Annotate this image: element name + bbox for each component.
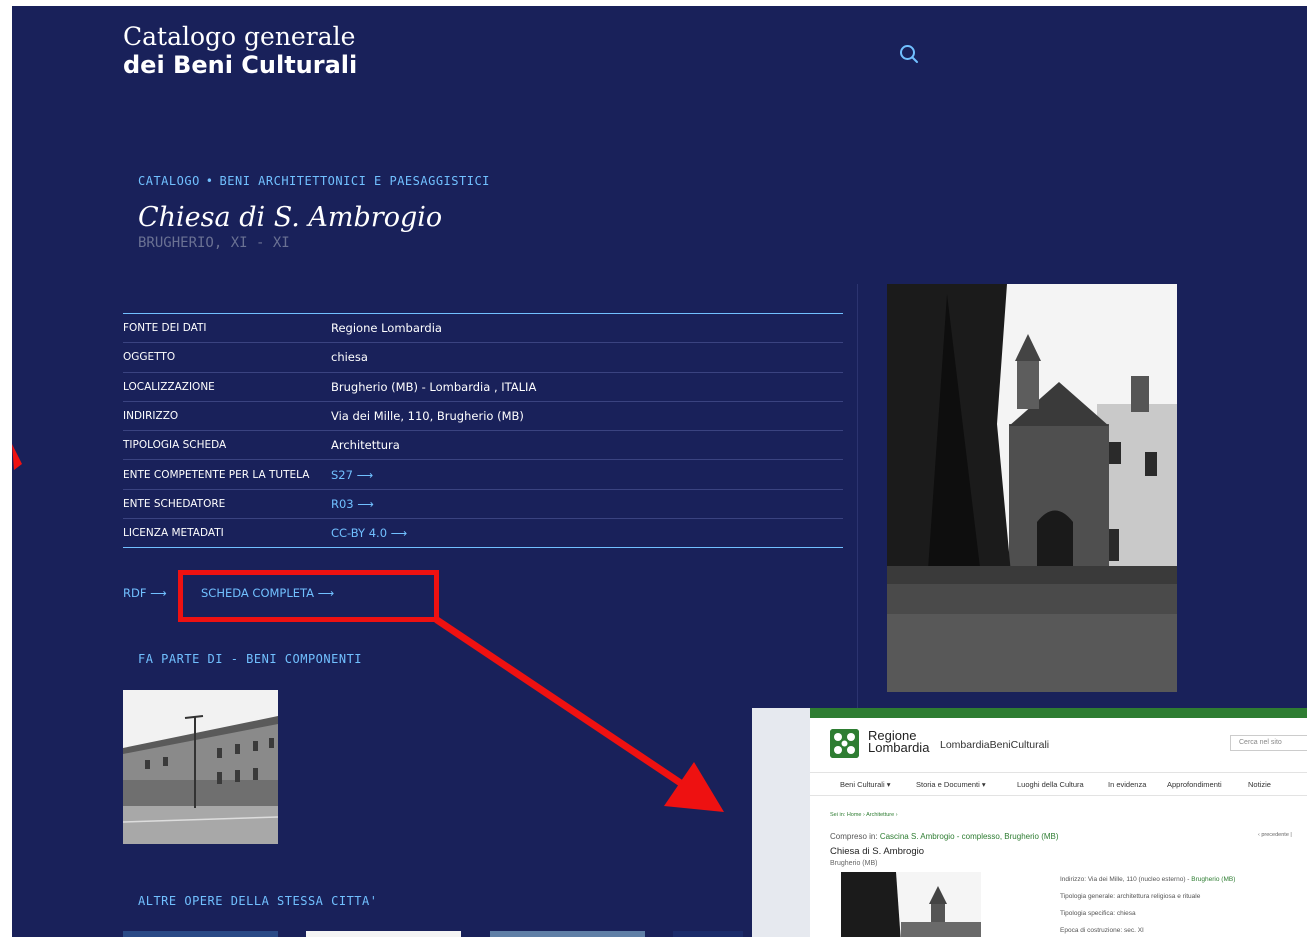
preview-epoch: Epoca di costruzione: sec. XI (1060, 927, 1144, 934)
table-row: TIPOLOGIA SCHEDA Architettura (123, 430, 843, 461)
preview-site-name[interactable]: LombardiaBeniCulturali (940, 739, 1049, 751)
table-row: INDIRIZZO Via dei Mille, 110, Brugherio (… (123, 401, 843, 432)
rdf-link[interactable]: RDF ⟶ (123, 586, 167, 600)
highlight-box (178, 570, 439, 622)
schedatore-link[interactable]: R03 ⟶ (331, 497, 374, 511)
full-record-preview: Regione Lombardia LombardiaBeniCulturali… (752, 708, 1307, 937)
address-value: Via dei Mille, 110 (nucleo esterno) - (1087, 876, 1190, 883)
pointer-arrow (433, 616, 724, 812)
table-row: LICENZA METADATI CC-BY 4.0 ⟶ (123, 519, 843, 548)
detail-value: chiesa (331, 342, 843, 373)
detail-label: ENTE COMPETENTE PER LA TUTELA (123, 459, 331, 490)
preview-type-general: Tipologia generale: architettura religio… (1060, 893, 1200, 900)
tutela-link[interactable]: S27 ⟶ (331, 468, 373, 482)
preview-top-bar (810, 708, 1307, 718)
breadcrumb: CATALOGO • BENI ARCHITETTONICI E PAESAGGIS… (138, 174, 490, 188)
epoch-label: Epoca di costruzione: (1060, 927, 1123, 934)
page-subtitle: BRUGHERIO, XI - XI (138, 235, 290, 251)
preview-prev-link[interactable]: ‹ precedente | (1258, 832, 1292, 838)
preview-type-specific: Tipologia specifica: chiesa (1060, 910, 1136, 917)
table-row: ENTE SCHEDATORE R03 ⟶ (123, 489, 843, 520)
type-specific-value: chiesa (1116, 910, 1136, 917)
detail-label: LOCALIZZAZIONE (123, 372, 331, 402)
epoch-value: sec. XI (1123, 927, 1144, 934)
search-icon[interactable] (898, 43, 920, 65)
regione-lombardia-logo[interactable] (830, 729, 859, 758)
related-work-thumbnail[interactable] (490, 931, 645, 937)
table-row: ENTE COMPETENTE PER LA TUTELA S27 ⟶ (123, 459, 843, 490)
detail-value: Brugherio (MB) - Lombardia , ITALIA (331, 372, 843, 402)
preview-page: Regione Lombardia LombardiaBeniCulturali… (810, 708, 1307, 937)
detail-label: ENTE SCHEDATORE (123, 489, 331, 520)
preview-nav-item[interactable]: Approfondimenti (1167, 780, 1222, 789)
component-thumbnail[interactable] (123, 690, 278, 844)
breadcrumb-catalog[interactable]: CATALOGO (138, 174, 200, 188)
breadcrumb-separator: • (205, 174, 214, 188)
preview-nav-item[interactable]: In evidenza (1108, 780, 1146, 789)
detail-label: FONTE DEI DATI (123, 313, 331, 344)
preview-nav-item[interactable]: Beni Culturali ▾ (840, 780, 890, 789)
org-name-line2: Lombardia (868, 740, 930, 755)
preview-breadcrumb[interactable]: Sei in: Home › Architetture › (830, 812, 898, 818)
detail-value: Via dei Mille, 110, Brugherio (MB) (331, 401, 843, 432)
detail-value: Architettura (331, 430, 843, 461)
section-title-other-works: ALTRE OPERE DELLA STESSA CITTA' (138, 894, 378, 908)
preview-nav-item[interactable]: Notizie (1248, 780, 1271, 789)
type-specific-label: Tipologia specifica: (1060, 910, 1116, 917)
table-row: FONTE DEI DATI Regione Lombardia (123, 313, 843, 344)
catalog-page: Catalogo generale dei Beni Culturali CAT… (0, 0, 1307, 937)
details-table: FONTE DEI DATI Regione Lombardia OGGETTO c… (123, 313, 843, 549)
related-work-thumbnail[interactable] (306, 931, 461, 937)
type-general-label: Tipologia generale: (1060, 893, 1116, 900)
type-general-value: architettura religiosa e rituale (1116, 893, 1201, 900)
preview-title: Chiesa di S. Ambrogio (830, 846, 924, 857)
detail-value: Regione Lombardia (331, 313, 843, 344)
preview-church-photo (841, 872, 981, 937)
license-link[interactable]: CC-BY 4.0 ⟶ (331, 526, 407, 540)
preview-search-input[interactable]: Cerca nel sito (1230, 735, 1307, 751)
table-row: OGGETTO chiesa (123, 342, 843, 373)
detail-label: OGGETTO (123, 342, 331, 373)
brand-title-line1[interactable]: Catalogo generale (123, 22, 355, 52)
breadcrumb-category[interactable]: BENI ARCHITETTONICI E PAESAGGISTICI (220, 174, 490, 188)
preview-place: Brugherio (MB) (830, 860, 878, 867)
preview-nav: Beni Culturali ▾ Storia e Documenti ▾ Lu… (810, 772, 1307, 796)
page-title: Chiesa di S. Ambrogio (138, 202, 443, 233)
preview-nav-item[interactable]: Storia e Documenti ▾ (916, 780, 986, 789)
brand-title-line2[interactable]: dei Beni Culturali (123, 50, 357, 80)
part-of-label: Compreso in: (830, 832, 878, 841)
address-label: Indirizzo: (1060, 876, 1087, 883)
related-work-thumbnail[interactable] (123, 931, 278, 937)
table-row: LOCALIZZAZIONE Brugherio (MB) - Lombardia… (123, 372, 843, 402)
section-title-part-of: FA PARTE DI - BENI COMPONENTI (138, 652, 363, 666)
related-work-thumbnail[interactable] (673, 931, 743, 937)
part-of-link[interactable]: Cascina S. Ambrogio - complesso, Brugher… (880, 832, 1059, 841)
arrow-fragment (12, 444, 22, 470)
detail-label: INDIRIZZO (123, 401, 331, 432)
preview-address: Indirizzo: Via dei Mille, 110 (nucleo es… (1060, 876, 1235, 883)
regione-lombardia-name: Regione Lombardia (868, 729, 930, 755)
preview-left-gutter (752, 708, 810, 937)
column-divider (857, 284, 858, 714)
church-photo[interactable] (887, 284, 1177, 692)
detail-label: TIPOLOGIA SCHEDA (123, 430, 331, 461)
address-link[interactable]: Brugherio (MB) (1191, 876, 1235, 883)
preview-nav-item[interactable]: Luoghi della Cultura (1017, 780, 1084, 789)
detail-label: LICENZA METADATI (123, 527, 224, 540)
preview-part-of: Compreso in: Cascina S. Ambrogio - compl… (830, 832, 1059, 841)
